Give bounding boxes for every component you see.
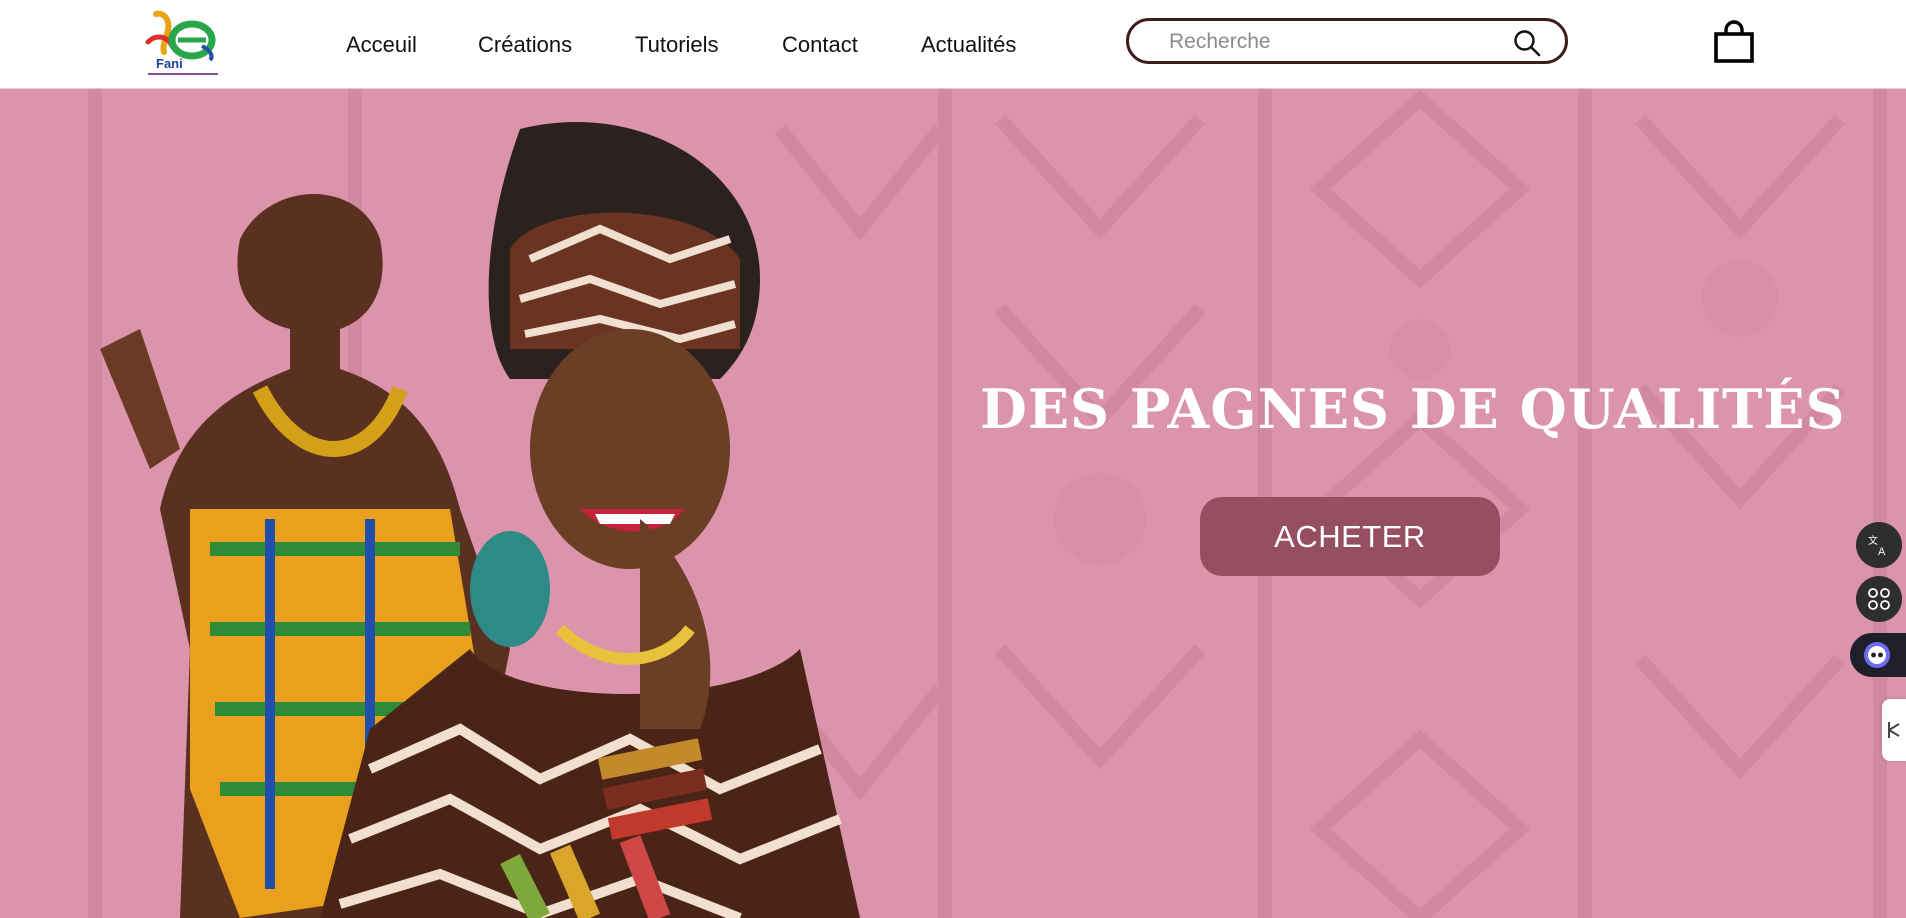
apps-button[interactable] [1856, 576, 1902, 622]
translate-icon: 文 A [1868, 534, 1886, 557]
brand-logo[interactable]: Fani [144, 6, 224, 80]
logo-icon: Fani [145, 10, 218, 75]
nav-actualites[interactable]: Actualités [921, 32, 1016, 58]
ai-assistant-icon [1864, 642, 1890, 668]
svg-text:A: A [1878, 546, 1886, 557]
shopping-bag-icon[interactable] [1712, 20, 1756, 64]
search-icon[interactable] [1513, 29, 1541, 57]
hero-title: DES PAGNES DE QUALITÉS [980, 377, 1846, 441]
sidebar-toggle[interactable] [1882, 699, 1906, 761]
svg-text:Fani: Fani [156, 56, 183, 71]
site-header: Fani Acceuil Créations Tutoriels Contact… [0, 0, 1906, 89]
ai-assistant-button[interactable] [1850, 633, 1906, 677]
search-bar [1126, 18, 1568, 64]
nav-contact[interactable]: Contact [782, 32, 858, 58]
search-input[interactable] [1167, 28, 1511, 56]
nav-creations[interactable]: Créations [478, 32, 572, 58]
hero-models-image [100, 122, 860, 918]
buy-button[interactable]: ACHETER [1200, 497, 1500, 576]
sidebar-toggle-icon [1888, 722, 1900, 738]
apps-grid-icon [1868, 588, 1890, 610]
nav-acceuil[interactable]: Acceuil [346, 32, 417, 58]
translate-button[interactable]: 文 A [1856, 522, 1902, 568]
svg-text:文: 文 [1868, 534, 1878, 547]
nav-tutoriels[interactable]: Tutoriels [635, 32, 719, 58]
hero-banner: DES PAGNES DE QUALITÉS ACHETER [0, 89, 1906, 918]
